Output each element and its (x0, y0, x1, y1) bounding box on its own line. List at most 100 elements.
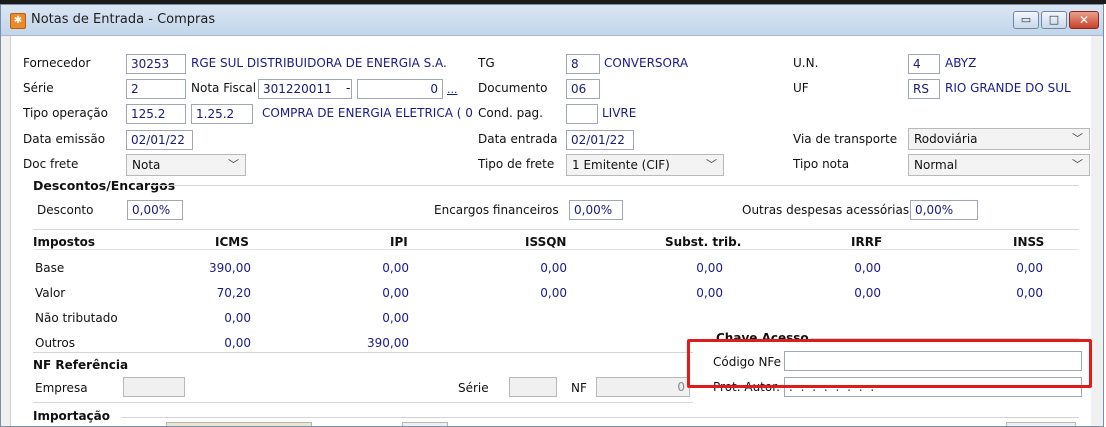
data-entrada-input[interactable]: 02/01/22 (566, 130, 634, 150)
col-icms: ICMS (215, 235, 249, 249)
col-inss: INSS (1013, 235, 1045, 249)
maximize-icon: □ (1048, 13, 1060, 26)
row-nao-tributado-label: Não tributado (35, 311, 118, 325)
fornecedor-label: Fornecedor (23, 56, 91, 70)
nao-tributado-ipi: 0,00 (382, 311, 409, 325)
cond-pag-label: Cond. pag. (478, 106, 543, 120)
tipo-frete-label: Tipo de frete (478, 157, 555, 171)
doc-frete-select[interactable]: Nota ﹀ (126, 154, 246, 176)
tg-name: CONVERSORA (604, 56, 689, 70)
nota-fiscal-lookup-button[interactable]: ... (447, 83, 458, 96)
nota-fiscal-input[interactable]: 301220011 (258, 79, 352, 99)
chevron-down-icon: ﹀ (706, 158, 717, 171)
section-divider (33, 352, 693, 353)
via-transporte-select[interactable]: Rodoviária ﹀ (908, 128, 1090, 150)
valor-ipi: 0,00 (382, 286, 409, 300)
tipo-frete-value: 1 Emitente (CIF) (572, 158, 670, 172)
maximize-button[interactable]: □ (1041, 11, 1067, 29)
documento-label: Documento (478, 81, 548, 95)
tipo-operacao-code2-input[interactable]: 1.25.2 (191, 104, 253, 124)
chevron-down-icon: ﹀ (1072, 132, 1083, 145)
tipo-nota-select[interactable]: Normal ﹀ (908, 154, 1090, 176)
tipo-nota-value: Normal (914, 158, 958, 172)
empresa-input[interactable] (123, 377, 185, 397)
row-valor-label: Valor (35, 286, 66, 300)
chevron-down-icon: ﹀ (228, 158, 239, 171)
encargos-label: Encargos financeiros (434, 203, 559, 217)
serie-input[interactable]: 2 (126, 79, 186, 99)
impostos-section-title: Impostos (33, 235, 96, 249)
fornecedor-name: RGE SUL DISTRIBUIDORA DE ENERGIA S.A. (191, 56, 447, 70)
uf-label: UF (793, 81, 809, 95)
close-button[interactable]: ✕ (1069, 11, 1099, 29)
base-subst: 0,00 (696, 261, 723, 275)
minimize-icon: ▭ (1020, 13, 1032, 26)
base-issqn: 0,00 (540, 261, 567, 275)
outros-icms: 0,00 (224, 336, 251, 350)
via-transporte-label: Via de transporte (793, 132, 898, 146)
minimize-button[interactable]: ▭ (1013, 11, 1039, 29)
fornecedor-code-input[interactable]: 30253 (126, 54, 186, 74)
desconto-label: Desconto (37, 203, 94, 217)
window-title: Notas de Entrada - Compras (31, 12, 216, 27)
header-divider (33, 249, 1079, 250)
col-ipi: IPI (390, 235, 408, 249)
un-code-input[interactable]: 4 (908, 54, 940, 74)
nf-serie-input[interactable] (509, 377, 557, 397)
highlight-box (687, 339, 1092, 388)
un-name: ABYZ (945, 56, 977, 70)
empresa-label: Empresa (35, 381, 88, 395)
tipo-operacao-desc: COMPRA DE ENERGIA ELETRICA ( 0 (262, 106, 473, 120)
col-subst-trib: Subst. trib. (665, 235, 742, 249)
tipo-frete-select[interactable]: 1 Emitente (CIF) ﹀ (566, 154, 724, 176)
serie-label: Série (23, 81, 54, 95)
via-transporte-value: Rodoviária (914, 132, 978, 146)
cond-pag-code-input[interactable] (566, 104, 598, 124)
tg-code-input[interactable]: 8 (566, 54, 600, 74)
nao-tributado-icms: 0,00 (224, 311, 251, 325)
importacao-field-3[interactable] (1006, 422, 1076, 426)
base-inss: 0,00 (1016, 261, 1043, 275)
valor-irrf: 0,00 (854, 286, 881, 300)
base-icms: 390,00 (209, 261, 251, 275)
doc-frete-value: Nota (132, 158, 161, 172)
uf-code-input[interactable]: RS (908, 79, 940, 99)
nf-serie-label: Série (458, 381, 489, 395)
row-base-label: Base (35, 261, 65, 275)
valor-subst: 0,00 (696, 286, 723, 300)
valor-icms: 70,20 (216, 286, 251, 300)
outras-despesas-input[interactable]: 0,00% (910, 200, 978, 220)
chevron-down-icon: ﹀ (1072, 158, 1083, 171)
nota-fiscal-dash: - (346, 81, 351, 95)
title-bar: ✱ Notas de Entrada - Compras ▭ □ ✕ (1, 5, 1103, 36)
nota-fiscal-digit-input[interactable]: 0 (357, 79, 443, 99)
app-icon: ✱ (10, 13, 26, 29)
section-divider (33, 402, 693, 403)
importacao-field[interactable] (166, 422, 312, 426)
tipo-nota-label: Tipo nota (793, 157, 850, 171)
encargos-input[interactable]: 0,00% (569, 200, 623, 220)
importacao-title: Importação (33, 409, 111, 423)
tipo-operacao-label: Tipo operação (23, 106, 108, 120)
col-issqn: ISSQN (525, 235, 567, 249)
base-ipi: 0,00 (382, 261, 409, 275)
row-outros-label: Outros (35, 336, 76, 350)
outros-ipi: 390,00 (367, 336, 409, 350)
section-divider (33, 229, 1079, 230)
data-emissao-label: Data emissão (23, 132, 106, 146)
valor-inss: 0,00 (1016, 286, 1043, 300)
documento-input[interactable]: 06 (566, 79, 600, 99)
uf-name: RIO GRANDE DO SUL (945, 81, 1071, 95)
doc-frete-label: Doc frete (23, 157, 79, 171)
nf-label: NF (571, 381, 587, 395)
outras-despesas-label: Outras despesas acessórias (742, 203, 910, 217)
un-label: U.N. (793, 56, 819, 70)
data-emissao-input[interactable]: 02/01/22 (126, 130, 193, 150)
importacao-field-2[interactable] (402, 422, 448, 426)
close-icon: ✕ (1078, 13, 1090, 27)
tipo-operacao-code1-input[interactable]: 125.2 (126, 104, 186, 124)
data-entrada-label: Data entrada (478, 132, 558, 146)
desconto-input[interactable]: 0,00% (127, 200, 183, 220)
cond-pag-name: LIVRE (602, 106, 637, 120)
nf-input[interactable]: 0 (596, 377, 690, 397)
